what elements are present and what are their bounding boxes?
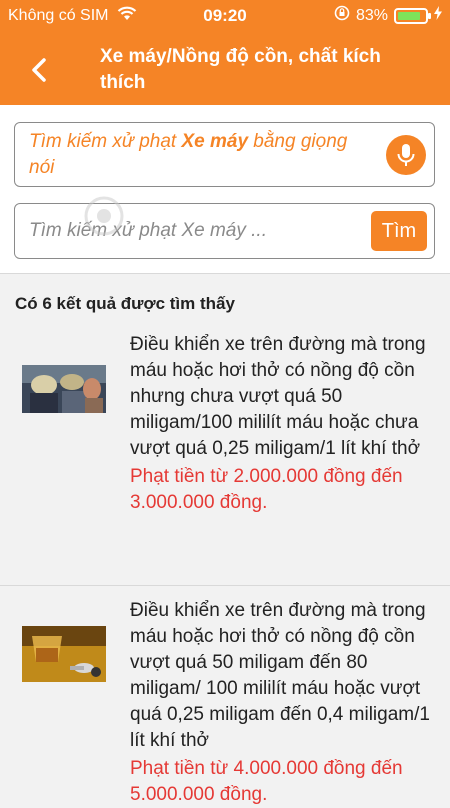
result-content: Điều khiển xe trên đường mà trong máu ho… [130, 332, 430, 516]
app-header: Không có SIM 09:20 83% Xe máy/Nồng độ cồ… [0, 0, 450, 105]
voice-search-vehicle: Xe máy [181, 131, 249, 152]
microphone-icon [397, 144, 415, 166]
voice-search-prefix: Tìm kiếm xử phạt [29, 131, 182, 152]
chevron-left-icon [32, 58, 46, 82]
microphone-button[interactable] [386, 135, 426, 175]
battery-level [398, 11, 420, 20]
text-search-box: Tìm [14, 203, 435, 259]
result-fine: Phạt tiền từ 4.000.000 đồng đến 5.000.00… [130, 758, 403, 805]
list-item[interactable]: Điều khiển xe trên đường mà trong máu ho… [0, 586, 450, 805]
search-button[interactable]: Tìm [371, 211, 427, 251]
result-content: Điều khiển xe trên đường mà trong máu ho… [130, 598, 430, 808]
result-fine: Phạt tiền từ 2.000.000 đồng đến 3.000.00… [130, 466, 403, 513]
status-bar: Không có SIM 09:20 83% [0, 0, 450, 32]
voice-search-label: Tìm kiếm xử phạt Xe máy bằng giọng nói [29, 129, 359, 181]
alcohol-and-keys-photo [22, 626, 106, 682]
results-count: Có 6 kết quả được tìm thấy [15, 294, 235, 313]
navigation-bar: Xe máy/Nồng độ cồn, chất kích thích [0, 36, 450, 100]
back-button[interactable] [22, 50, 62, 90]
charging-icon [434, 6, 442, 25]
search-input[interactable] [29, 216, 349, 246]
voice-search-box[interactable]: Tìm kiếm xử phạt Xe máy bằng giọng nói [14, 122, 435, 187]
battery-percent: 83% [355, 6, 388, 24]
orientation-lock-icon [334, 5, 350, 26]
result-description: Điều khiển xe trên đường mà trong máu ho… [130, 600, 430, 751]
result-description: Điều khiển xe trên đường mà trong máu ho… [130, 334, 426, 459]
battery-icon [394, 7, 431, 24]
search-panel: Tìm kiếm xử phạt Xe máy bằng giọng nói T… [0, 105, 450, 274]
page-title: Xe máy/Nồng độ cồn, chất kích thích [100, 46, 381, 93]
police-checkpoint-photo [22, 365, 106, 413]
list-item[interactable]: Điều khiển xe trên đường mà trong máu ho… [0, 330, 450, 585]
